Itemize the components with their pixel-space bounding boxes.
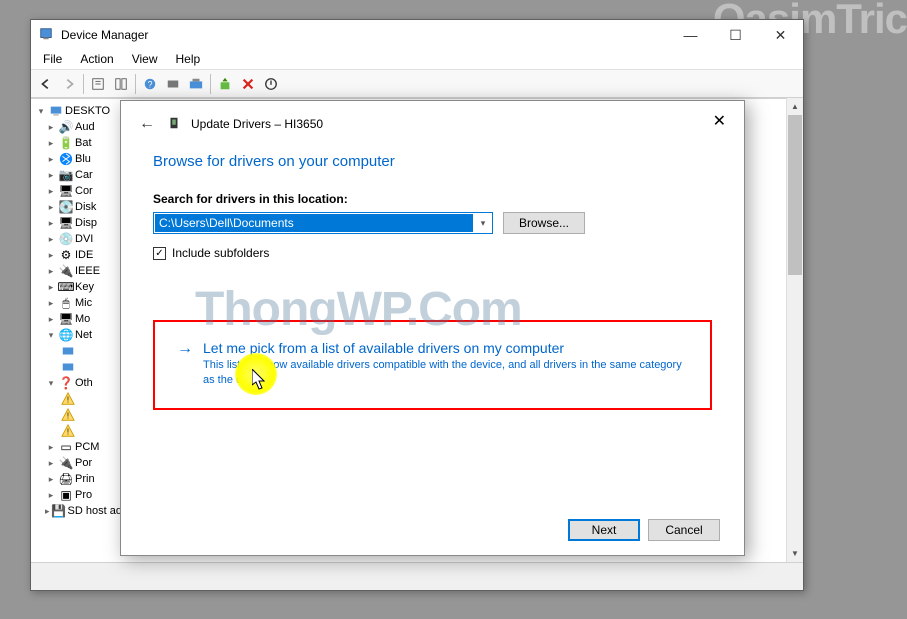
scroll-up-icon[interactable]: ▲ — [787, 98, 803, 115]
vertical-scrollbar[interactable]: ▲ ▼ — [786, 98, 803, 562]
disable-button[interactable] — [260, 73, 282, 95]
chevron-right-icon[interactable]: ▸ — [45, 186, 57, 197]
close-button[interactable]: ✕ — [758, 20, 803, 50]
window-title: Device Manager — [61, 28, 668, 42]
help-button[interactable]: ? — [139, 73, 161, 95]
show-hidden-button[interactable] — [162, 73, 184, 95]
chevron-right-icon[interactable]: ▸ — [45, 154, 57, 165]
chevron-right-icon[interactable]: ▸ — [45, 122, 57, 133]
ide-icon: ⚙ — [59, 248, 73, 262]
display-icon: 🖥 — [59, 216, 73, 230]
mouse-icon: 🖱 — [59, 296, 73, 310]
device-icon — [167, 116, 183, 132]
forward-button[interactable] — [58, 73, 80, 95]
chevron-right-icon[interactable]: ▸ — [45, 314, 57, 325]
menubar: File Action View Help — [31, 50, 803, 70]
network-adapter-icon — [61, 344, 75, 358]
camera-icon: 📷 — [59, 168, 73, 182]
chevron-right-icon[interactable]: ▸ — [45, 234, 57, 245]
back-button[interactable] — [35, 73, 57, 95]
checkbox-checked-icon[interactable]: ✓ — [153, 247, 166, 260]
toolbar: ? — [31, 70, 803, 98]
chevron-right-icon[interactable]: ▸ — [45, 458, 57, 469]
include-subfolders-checkbox[interactable]: ✓ Include subfolders — [153, 246, 712, 260]
pick-from-list-option[interactable]: → Let me pick from a list of available d… — [153, 320, 712, 410]
svg-text:!: ! — [67, 396, 69, 405]
chevron-right-icon[interactable]: ▸ — [45, 170, 57, 181]
other-icon: ❓ — [59, 376, 73, 390]
unknown-device-icon: ! — [61, 408, 75, 422]
back-arrow-icon[interactable]: ← — [139, 115, 155, 133]
browse-button[interactable]: Browse... — [503, 212, 585, 234]
option-title: Let me pick from a list of available dri… — [203, 340, 692, 356]
cpu-icon: ▣ — [59, 488, 73, 502]
search-location-label: Search for drivers in this location: — [153, 192, 712, 206]
statusbar — [31, 562, 803, 590]
chevron-right-icon[interactable]: ▸ — [45, 218, 57, 229]
chevron-down-icon[interactable]: ▾ — [474, 218, 492, 229]
include-subfolders-label: Include subfolders — [172, 246, 269, 260]
battery-icon: 🔋 — [59, 136, 73, 150]
chevron-right-icon[interactable]: ▸ — [45, 282, 57, 293]
scroll-thumb[interactable] — [788, 115, 802, 275]
svg-text:!: ! — [67, 412, 69, 421]
chevron-right-icon[interactable]: ▸ — [45, 266, 57, 277]
minimize-button[interactable]: — — [668, 20, 713, 50]
network-icon: 🌐 — [59, 328, 73, 342]
chevron-right-icon[interactable]: ▸ — [45, 474, 57, 485]
dvd-icon: 💿 — [59, 232, 73, 246]
path-combobox[interactable]: C:\Users\Dell\Documents ▾ — [153, 212, 493, 234]
properties-button[interactable] — [87, 73, 109, 95]
titlebar[interactable]: Device Manager — ☐ ✕ — [31, 20, 803, 50]
chevron-down-icon[interactable]: ▾ — [45, 378, 57, 389]
keyboard-icon: ⌨ — [59, 280, 73, 294]
network-adapter-icon — [61, 360, 75, 374]
monitor-icon: 🖥 — [59, 312, 73, 326]
cancel-button[interactable]: Cancel — [648, 519, 720, 541]
audio-icon: 🔊 — [59, 120, 73, 134]
menu-view[interactable]: View — [124, 50, 166, 69]
sd-icon: 💾 — [52, 504, 66, 518]
chevron-down-icon[interactable]: ▾ — [35, 106, 47, 117]
unknown-device-icon: ! — [61, 424, 75, 438]
update-drivers-dialog: ← Update Drivers – HI3650 ✕ Browse for d… — [120, 100, 745, 556]
arrow-right-icon: → — [177, 340, 193, 388]
svg-text:?: ? — [148, 79, 153, 89]
chevron-right-icon[interactable]: ▸ — [45, 250, 57, 261]
chevron-down-icon[interactable]: ▾ — [45, 330, 57, 341]
disk-icon: 💽 — [59, 200, 73, 214]
option-description: This list will show available drivers co… — [203, 358, 692, 388]
scroll-down-icon[interactable]: ▼ — [787, 545, 803, 562]
svg-text:!: ! — [67, 428, 69, 437]
dialog-title: Update Drivers – HI3650 — [191, 117, 728, 131]
monitor-icon: 🖥 — [59, 184, 73, 198]
update-driver-button[interactable] — [214, 73, 236, 95]
chevron-right-icon[interactable]: ▸ — [45, 442, 57, 453]
port-icon: 🔌 — [59, 456, 73, 470]
computer-icon — [49, 104, 63, 118]
usb-icon: 🔌 — [59, 264, 73, 278]
dialog-heading: Browse for drivers on your computer — [153, 153, 712, 170]
chevron-right-icon[interactable]: ▸ — [45, 298, 57, 309]
path-value[interactable]: C:\Users\Dell\Documents — [155, 214, 473, 232]
maximize-button[interactable]: ☐ — [713, 20, 758, 50]
chevron-right-icon[interactable]: ▸ — [45, 506, 50, 517]
dialog-close-icon[interactable]: ✕ — [705, 107, 734, 135]
tree-root-label: DESKTO — [65, 105, 110, 117]
toggle-button[interactable] — [110, 73, 132, 95]
menu-file[interactable]: File — [35, 50, 70, 69]
chevron-right-icon[interactable]: ▸ — [45, 490, 57, 501]
uninstall-button[interactable] — [237, 73, 259, 95]
unknown-device-icon: ! — [61, 392, 75, 406]
pcm-icon: ▭ — [59, 440, 73, 454]
chevron-right-icon[interactable]: ▸ — [45, 202, 57, 213]
next-button[interactable]: Next — [568, 519, 640, 541]
chevron-right-icon[interactable]: ▸ — [45, 138, 57, 149]
scan-button[interactable] — [185, 73, 207, 95]
printer-icon: 🖨 — [59, 472, 73, 486]
menu-action[interactable]: Action — [72, 50, 121, 69]
app-icon — [39, 27, 55, 43]
menu-help[interactable]: Help — [168, 50, 209, 69]
bluetooth-icon — [59, 152, 73, 166]
